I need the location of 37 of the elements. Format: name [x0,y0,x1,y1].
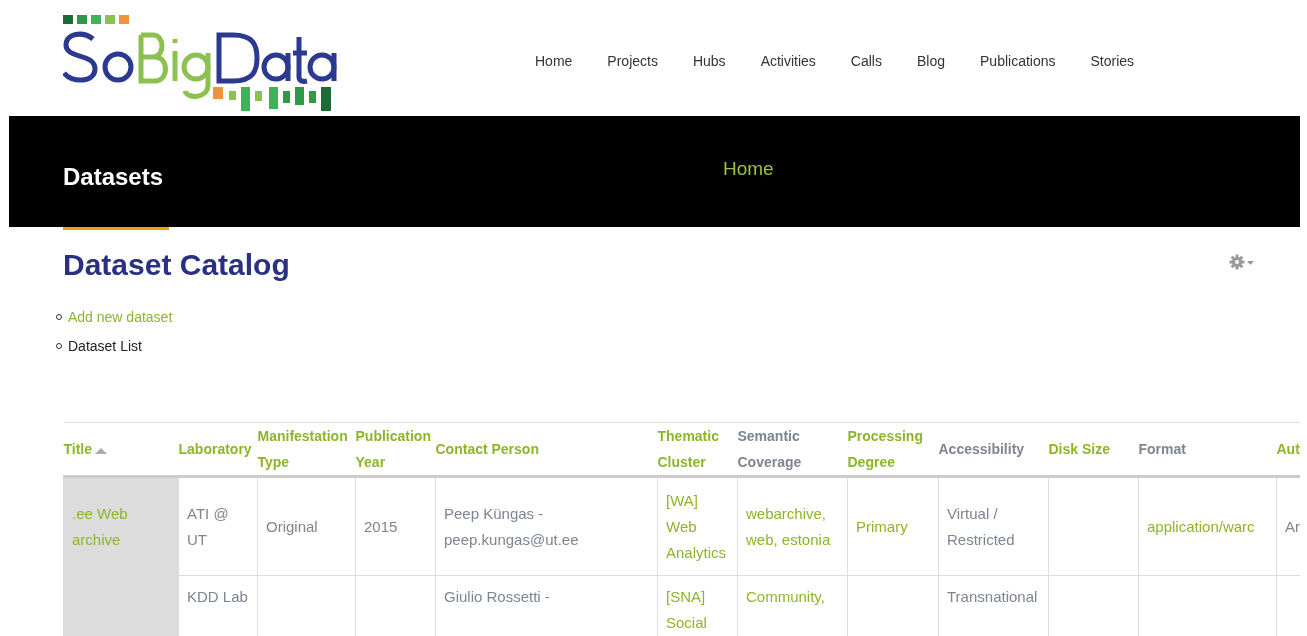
table-cell-text: 2015 [364,516,398,537]
nav-link[interactable]: Hubs [692,53,726,69]
table-cell-text: Virtual / Restricted [947,503,1015,550]
column-header[interactable]: Disk Size [1048,422,1139,477]
table-cell-text: ATI @ UT [187,503,229,550]
column-header[interactable]: Manifestation Type [257,422,356,477]
table-cell-text: Ar [1285,516,1300,537]
nav-link[interactable]: Home [535,53,573,69]
column-header[interactable]: Thematic Cluster [657,422,738,477]
nav-link[interactable]: Calls [850,53,882,69]
nav-link[interactable]: Projects [607,53,658,69]
breadcrumb-link[interactable]: Home [723,157,774,180]
column-header[interactable]: Laboratory [178,422,258,477]
table-cell-text: Transnational [947,587,1038,607]
column-header: Semantic Coverage [737,422,848,477]
settings-icon [1229,254,1255,270]
nav-link[interactable]: Blog [917,53,945,69]
nav-link[interactable]: Activities [760,53,816,69]
add-dataset-link[interactable]: Add new dataset [68,308,173,325]
column-header[interactable]: Contact Person [435,422,658,477]
table-link[interactable]: Primary [856,513,908,540]
nav-link[interactable]: Publications [980,53,1056,69]
column-header: Format [1138,422,1277,477]
column-header[interactable]: Aut [1276,422,1300,477]
column-header[interactable]: Publication Year [355,422,436,477]
list-item-text: Dataset List [68,337,142,354]
table-cell-text: Giulio Rossetti - [444,587,550,607]
page-heading: Dataset Catalog [63,248,290,282]
nav-link[interactable]: Stories [1090,53,1135,69]
page-title: Datasets [63,162,165,191]
table-cell-text: Peep Küngas - peep.kungas@ut.ee [444,503,579,550]
table-cell-text: Original [266,516,318,537]
logo-drawing[interactable] [63,15,339,113]
settings-button[interactable] [1229,254,1255,270]
column-header: Accessibility [938,422,1049,477]
table-cell-text: KDD Lab [187,587,248,607]
column-header[interactable]: Processing Degree [847,422,939,477]
